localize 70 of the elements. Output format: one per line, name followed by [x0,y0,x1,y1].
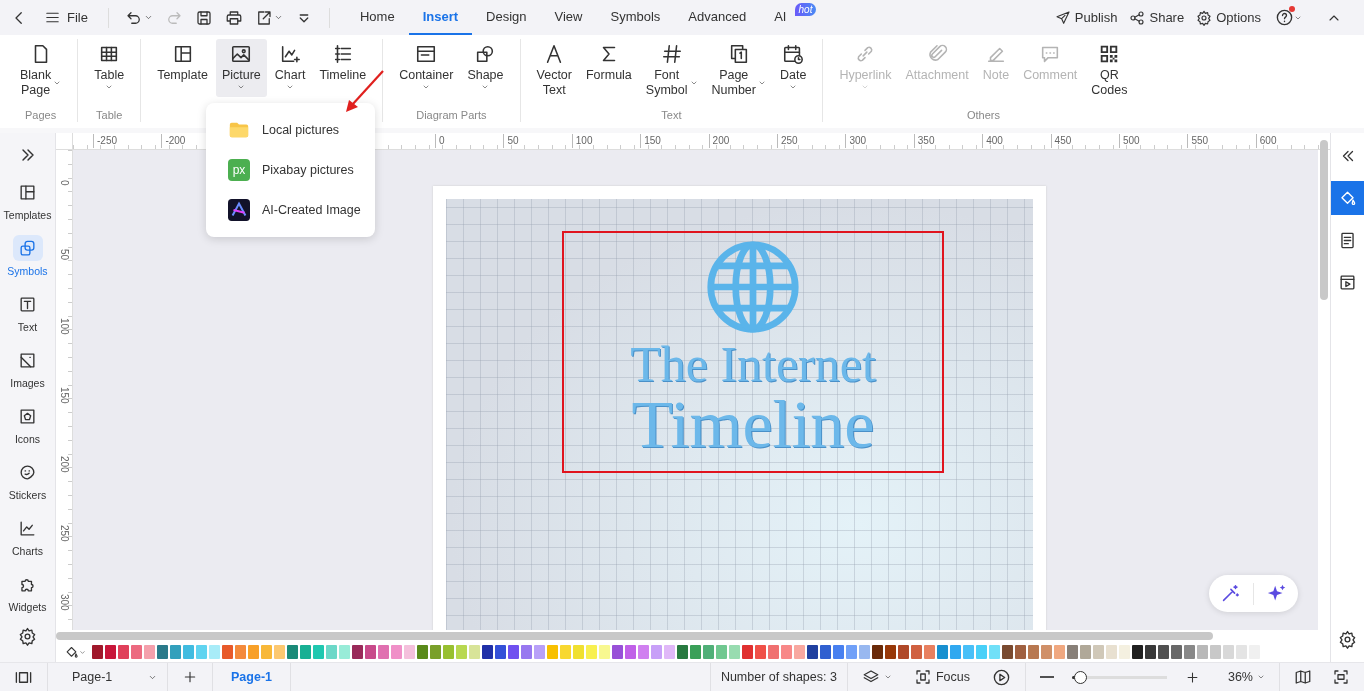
group-label: Others [966,108,1000,122]
publish-button[interactable]: Publish [1050,6,1122,29]
menu-tab[interactable]: View [540,0,597,35]
ruler-label: 0 [435,134,445,148]
ribbon-button[interactable]: Page Number [705,39,772,97]
ribbon-button[interactable]: Timeline [313,39,373,97]
ribbon-button[interactable]: Font Symbol [639,39,704,97]
menu-tab[interactable]: Advanced [674,0,761,35]
ruler-label: 100 [571,134,593,148]
sidebar-item[interactable]: Stickers [1,455,54,505]
sidebar-item[interactable]: Templates [1,175,54,225]
sidebar-item[interactable]: Text [1,287,54,337]
ruler-label: 200 [708,134,730,148]
ribbon-button[interactable]: Container [393,39,460,97]
options-button[interactable]: Options [1192,6,1265,29]
menu-tab[interactable]: AI hot [760,0,821,35]
ruler-label: 600 [1255,134,1277,148]
shape-count: Number of shapes: 3 [720,670,837,684]
ruler-label: 400 [982,134,1003,148]
sidebar-item[interactable]: Widgets [1,567,54,617]
ribbon-button[interactable]: Chart [268,39,312,97]
ribbon-button[interactable]: Blank Page [14,39,68,97]
menu-item[interactable]: px Pixabay pictures [206,150,375,190]
menu-tab[interactable]: Insert [408,0,473,35]
ruler-label: 50 [58,249,70,261]
group-label: Diagram Parts [416,108,487,122]
ruler-label: 250 [58,525,70,542]
file-menu-button[interactable]: File [36,6,96,29]
ruler-label: 0 [58,180,70,186]
sidebar-item[interactable]: Symbols [1,231,54,281]
menu-tab[interactable]: Symbols [596,0,675,35]
group-label: Text [661,108,682,122]
ribbon-button[interactable]: Template [151,39,214,97]
menu-item[interactable]: AI-Created Image [206,190,375,230]
sidebar-item[interactable]: Images [1,343,54,393]
ruler-label: 150 [58,387,70,404]
page-tab[interactable]: Page-1 [213,663,291,691]
ruler-label: 100 [58,318,70,335]
sidebar-item[interactable]: Icons [1,399,54,449]
ruler-label: 300 [845,134,867,148]
page-dropdown[interactable]: Page-1 [48,663,168,691]
ribbon-button[interactable]: QR Codes [1085,39,1134,97]
ruler-label: 500 [1119,134,1140,148]
pixabay-logo: px [228,159,250,181]
ruler-label: 350 [913,134,935,148]
group-label: Table [96,108,123,122]
ruler-label: -250 [93,134,117,148]
ruler-label: 450 [1050,134,1072,148]
ruler-label: 50 [503,134,519,148]
ruler-label: 550 [1187,134,1209,148]
share-button[interactable]: Share [1125,6,1189,29]
menu-item[interactable]: Local pictures [206,110,375,150]
ribbon-button[interactable]: Formula [579,39,638,97]
hot-badge: hot [794,3,817,16]
ruler-label: 200 [58,456,70,473]
ribbon-button[interactable]: Shape [461,39,510,97]
focus-button[interactable]: Focus [909,666,974,688]
ruler-label: 250 [777,134,798,148]
ribbon-button[interactable]: Vector Text [530,39,578,97]
ribbon-button[interactable]: Table [88,39,131,97]
menu-tab[interactable]: Design [472,0,541,35]
ribbon-button[interactable]: Picture [215,39,267,97]
ruler-label: 150 [640,134,661,148]
ruler-label: -200 [161,134,186,148]
group-label: Pages [25,108,57,122]
zoom-dropdown[interactable]: 36% [1223,668,1269,686]
menu-tab[interactable]: Home [345,0,409,35]
ruler-label: 300 [58,594,70,611]
sidebar-item[interactable]: Charts [1,511,54,561]
ribbon-button[interactable]: Date [773,39,813,97]
